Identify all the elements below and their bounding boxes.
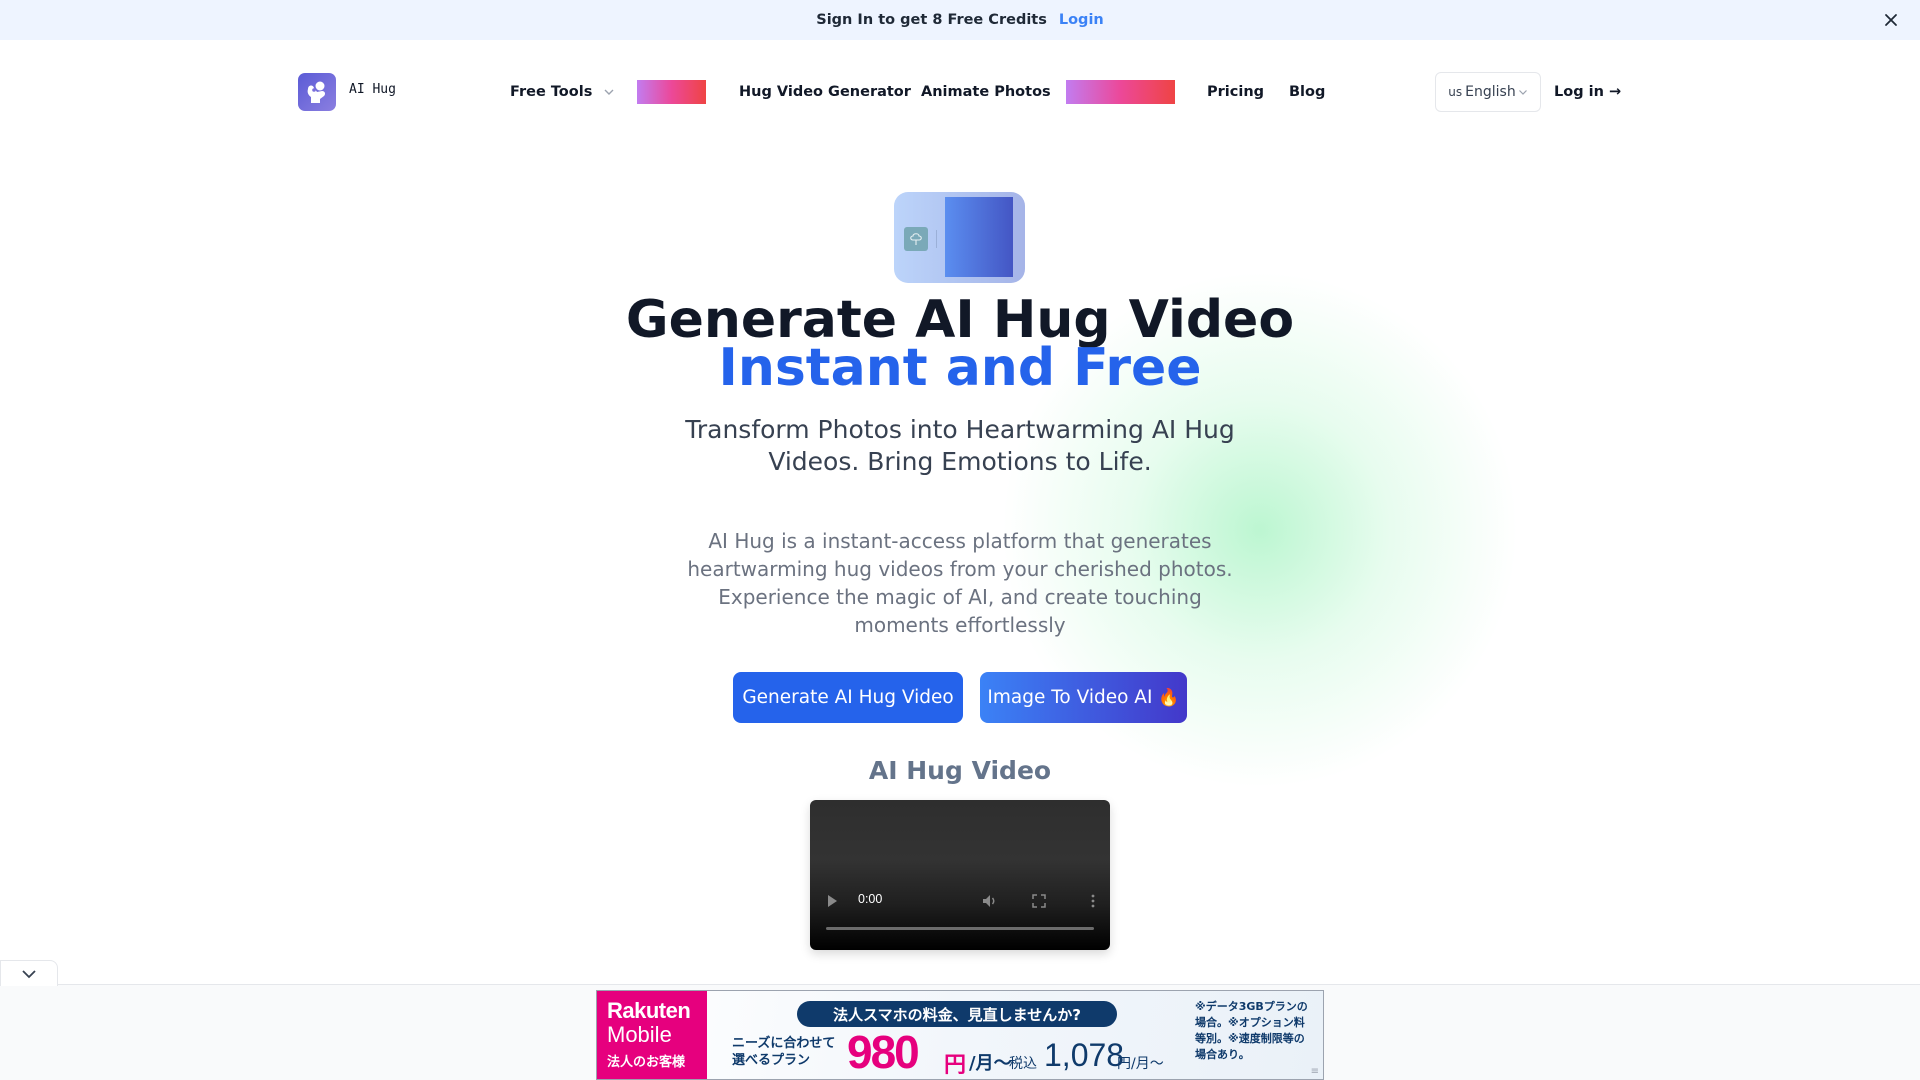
ad-brand-name: Rakuten (607, 998, 691, 1023)
flag-us-icon: us (1448, 85, 1463, 99)
ad-price: 980 (847, 1026, 920, 1078)
language-label: English (1465, 84, 1516, 100)
video-section-title: AI Hug Video (868, 756, 1052, 785)
nav-pricing[interactable]: Pricing (1207, 80, 1264, 104)
language-select[interactable]: us English (1435, 72, 1541, 112)
login-link[interactable]: Log in → (1554, 80, 1621, 104)
chevron-down-icon (21, 964, 37, 983)
nav-free-tools-label: Free Tools (510, 84, 593, 100)
tree-icon (904, 227, 928, 251)
image-to-video-label: Image To Video AI (987, 687, 1153, 708)
volume-icon[interactable] (982, 893, 998, 912)
ad-plan-text: ニーズに合わせて 選べるプラン (732, 1035, 835, 1069)
collapse-ad-button[interactable] (0, 960, 58, 986)
divider (936, 230, 937, 248)
nav-free-tools[interactable]: Free Tools (510, 80, 615, 104)
nav-promo-badge[interactable] (637, 80, 706, 104)
ad-brand-sub: Mobile (607, 1022, 672, 1047)
ad-tax-price: 1,078 (1044, 1037, 1125, 1073)
ad-tax-label: 税込 (1009, 1056, 1037, 1072)
ad-tax-suffix: 円/月〜 (1117, 1056, 1164, 1072)
fire-icon: 🔥 (1158, 687, 1180, 708)
chevron-down-icon (1518, 89, 1528, 96)
ad-brand-customer: 法人のお客様 (607, 1054, 686, 1069)
ad-footnote: ※データ3GBプランの場合。※オプション料等別。※速度制限等の場合あり。 (1195, 1000, 1308, 1061)
ad-menu-icon[interactable]: ≡ (1311, 1066, 1319, 1077)
nav-animate-photos[interactable]: Animate Photos (921, 80, 1051, 104)
hero-subtitle: Transform Photos into Heartwarming AI Hu… (685, 415, 1235, 476)
signin-banner: Sign In to get 8 Free Credits Login (0, 0, 1920, 40)
ad-per-month: /月〜 (969, 1053, 1012, 1074)
fullscreen-icon[interactable] (1032, 893, 1046, 912)
ad-price-yen: 円 (944, 1053, 967, 1078)
play-icon[interactable] (826, 893, 838, 912)
ad-headline: 法人スマホの料金、見直しませんか? (797, 1001, 1117, 1027)
hero-title-highlight: Instant and Free (718, 338, 1202, 398)
image-panel (945, 197, 1013, 277)
image-to-video-button[interactable]: Image To Video AI 🔥 (980, 672, 1187, 723)
generate-button-label: Generate AI Hug Video (742, 687, 954, 708)
nav-hug-video-generator[interactable]: Hug Video Generator (739, 80, 911, 104)
logo-text[interactable]: AI Hug (349, 82, 396, 97)
hero-illustration (894, 192, 1025, 283)
ad-brand-block: Rakuten Mobile 法人のお客様 (597, 991, 707, 1079)
hero-description: AI Hug is a instant-access platform that… (687, 529, 1233, 637)
video-progress-bar[interactable] (826, 927, 1094, 930)
nav-blog[interactable]: Blog (1289, 80, 1325, 104)
video-time: 0:00 (858, 892, 883, 906)
chevron-down-icon (603, 80, 615, 104)
more-options-icon[interactable] (1091, 893, 1095, 912)
ad-plan-line1: ニーズに合わせて (732, 1036, 836, 1051)
ad-plan-line2: 選べるプラン (732, 1053, 811, 1068)
banner-login-link[interactable]: Login (1059, 12, 1104, 28)
video-player[interactable]: 0:00 (810, 800, 1110, 950)
generate-ai-hug-video-button[interactable]: Generate AI Hug Video (733, 672, 963, 723)
close-icon[interactable] (1880, 9, 1902, 31)
rakuten-mobile-ad[interactable]: Rakuten Mobile 法人のお客様 法人スマホの料金、見直しませんか? … (596, 990, 1324, 1080)
nav-promo-badge-2[interactable] (1066, 80, 1175, 104)
hug-logo-icon[interactable] (298, 73, 336, 111)
banner-text: Sign In to get 8 Free Credits (816, 12, 1047, 28)
